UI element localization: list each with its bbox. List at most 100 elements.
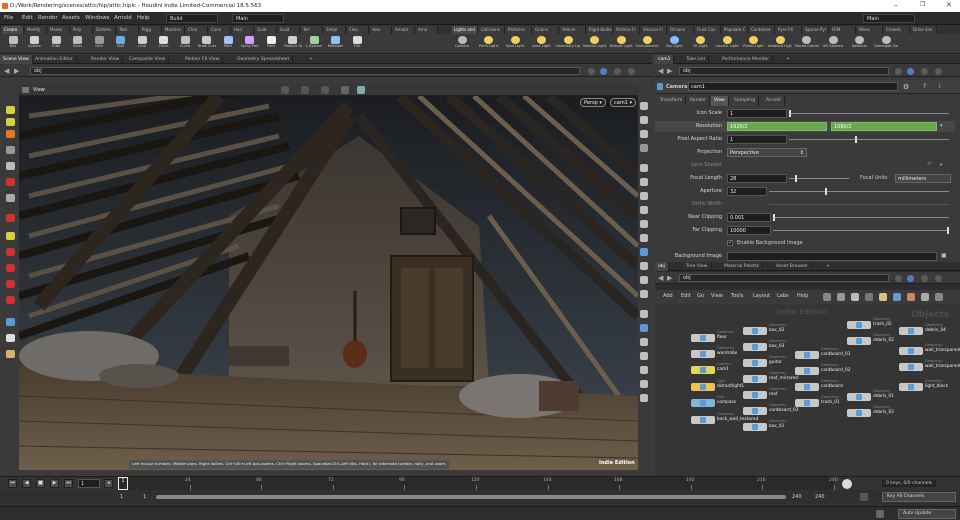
shelf-tab-right-3[interactable]: Grains <box>533 26 559 34</box>
node-name-field[interactable]: cam1 <box>688 82 898 91</box>
pane-tab-3[interactable]: Asset Browser <box>773 262 812 271</box>
shelf-tab-right-14[interactable]: FEM <box>830 26 856 34</box>
view-menu-icon[interactable] <box>22 87 29 93</box>
wireframe-icon[interactable] <box>640 116 648 124</box>
range-start-b[interactable]: 1 <box>143 494 146 500</box>
channels-dropdown[interactable]: Key All Channels <box>882 492 956 502</box>
aperture-slider[interactable] <box>769 191 949 192</box>
shelf-tab-right-4[interactable]: Vellum <box>560 26 586 34</box>
tool-gi-light[interactable]: GI Light <box>689 35 713 53</box>
tool-circle[interactable]: Circle <box>155 35 173 53</box>
network-node[interactable]: Geometry trash_02 <box>847 317 903 332</box>
tool-sphere[interactable]: Sphere <box>26 35 44 53</box>
bg-image-browse-icon[interactable]: ▣ <box>941 252 947 259</box>
link-icon[interactable] <box>907 275 914 282</box>
tool-sky-light[interactable]: Sky Light <box>662 35 686 53</box>
tool-volume-light[interactable]: Volume Light <box>583 35 607 53</box>
focal-length-knob[interactable] <box>795 175 797 182</box>
network-menu-view[interactable]: View <box>711 293 723 299</box>
tool-tube[interactable]: Tube <box>47 35 65 53</box>
pin-icon[interactable] <box>895 68 902 75</box>
keyframe-icon[interactable] <box>842 479 852 489</box>
info-icon[interactable] <box>921 293 929 301</box>
network-node[interactable]: Geometry box_01 <box>743 419 799 434</box>
pane-options-icon[interactable] <box>935 68 942 75</box>
go-end-icon[interactable]: ⏭ <box>64 479 73 488</box>
network-canvas[interactable]: Indie Edition Objects Geometry floor Geome… <box>655 304 960 476</box>
menu-arnold[interactable]: Arnold <box>114 15 132 21</box>
rotate-tool-icon[interactable] <box>6 130 15 138</box>
tool-platonic-solids[interactable]: Platonic Solids <box>284 35 302 53</box>
forward-arrow-icon[interactable]: ▶ <box>667 274 672 282</box>
grid-icon[interactable] <box>837 293 845 301</box>
handle-icon[interactable] <box>321 86 329 94</box>
snap-icon[interactable] <box>851 293 859 301</box>
shelf-tab-right-0[interactable]: Lights and <box>452 26 478 34</box>
pane-options-icon[interactable] <box>628 68 635 75</box>
far-clipping-field[interactable]: 10000 <box>727 226 771 235</box>
shelf-tab-right-8[interactable]: Oceans <box>668 26 694 34</box>
focal-length-field[interactable]: 28 <box>727 174 787 183</box>
auto-update-dropdown[interactable]: Auto Update <box>898 509 956 519</box>
network-node[interactable]: Geometry wall_transparent_ <box>899 343 960 358</box>
shelf-tab-12[interactable]: Guid <box>278 26 300 34</box>
shelf-tab-right-13[interactable]: Sparse Pyr <box>803 26 829 34</box>
icon-scale-slider[interactable] <box>789 113 949 114</box>
pane-menu-icon[interactable] <box>921 275 928 282</box>
viewport-path-field[interactable]: obj <box>30 67 580 75</box>
network-node[interactable]: Geometry back_wall_textured <box>691 412 758 427</box>
menu-file[interactable]: File <box>4 15 13 21</box>
tool-environment-light[interactable]: Environment Light <box>636 35 660 53</box>
select-mode-icon[interactable] <box>281 86 289 94</box>
near-clipping-slider[interactable] <box>773 217 949 218</box>
back-arrow-icon[interactable]: ◀ <box>658 67 663 75</box>
focal-length-slider[interactable] <box>789 178 849 179</box>
shape-icon[interactable] <box>907 293 915 301</box>
network-menu-edit[interactable]: Edit <box>681 293 691 299</box>
tool-geometry-light[interactable]: Geometry Light <box>556 35 580 53</box>
frame-icon[interactable] <box>640 262 648 270</box>
shelf-tab-7[interactable]: Muscles <box>163 26 185 34</box>
param-tab-transform[interactable]: Transform <box>657 96 687 106</box>
record-icon[interactable] <box>6 214 15 222</box>
camera-dropdown[interactable]: cam1 ▾ <box>610 98 636 107</box>
tool-stereo-camera[interactable]: Stereo Camera <box>795 35 819 53</box>
network-node[interactable]: Geometry cardboard <box>795 379 851 394</box>
network-node[interactable]: Geometry roof_mirrored <box>743 371 799 386</box>
network-node[interactable]: Geometry debris_01 <box>847 389 903 404</box>
shelf-tab-right-9[interactable]: Fluid Con <box>695 26 721 34</box>
pane-options-icon[interactable] <box>935 275 942 282</box>
network-node[interactable]: Geometry light_block <box>899 379 955 394</box>
pane-tab-0[interactable]: obj <box>655 262 669 271</box>
tool-draw-curve[interactable]: Draw Curve <box>198 35 216 53</box>
tool-camera[interactable]: Camera <box>450 35 474 53</box>
brush-icon[interactable] <box>6 232 15 240</box>
pane-tab-4[interactable]: Motion FX View <box>182 55 224 64</box>
icon-scale-field[interactable]: 1 <box>727 109 787 118</box>
network-menu-go[interactable]: Go <box>697 293 704 299</box>
shelf-tab-9[interactable]: Cons <box>209 26 231 34</box>
range-start-a[interactable]: 1 <box>120 494 123 500</box>
param-gear-icon[interactable]: ⚙ <box>903 83 909 91</box>
tool-point-light[interactable]: Point Light <box>477 35 501 53</box>
persp-dropdown[interactable]: Persp ▾ <box>580 98 606 107</box>
background-icon[interactable] <box>640 178 648 186</box>
shelf-set-dropdown[interactable]: Main <box>863 14 915 23</box>
network-node[interactable]: Geometry debris_03 <box>847 405 903 420</box>
range-end-b[interactable]: 240 <box>815 494 825 500</box>
grid-icon[interactable] <box>640 164 648 172</box>
tool-ambient-light[interactable]: Ambient Light <box>768 35 792 53</box>
collapse-icon[interactable] <box>640 310 648 318</box>
param-tab-view[interactable]: View <box>711 96 729 106</box>
flipbook-icon[interactable] <box>640 394 648 402</box>
shelf-tab-4[interactable]: Deform <box>94 26 116 34</box>
network-path-field[interactable]: obj <box>679 274 889 282</box>
shelf-tab-1[interactable]: Modify <box>25 26 47 34</box>
scene-viewport[interactable]: Persp ▾ cam1 ▾ Left mouse tumbles. Middl… <box>19 96 638 470</box>
palette-icon[interactable] <box>893 293 901 301</box>
menu-help[interactable]: Help <box>137 15 150 21</box>
handle-tool-icon[interactable] <box>6 162 15 170</box>
stop-icon[interactable]: ■ <box>36 479 45 488</box>
shelf-tab-15[interactable]: Clou <box>347 26 369 34</box>
param-tab-arnold[interactable]: Arnold <box>763 96 785 106</box>
